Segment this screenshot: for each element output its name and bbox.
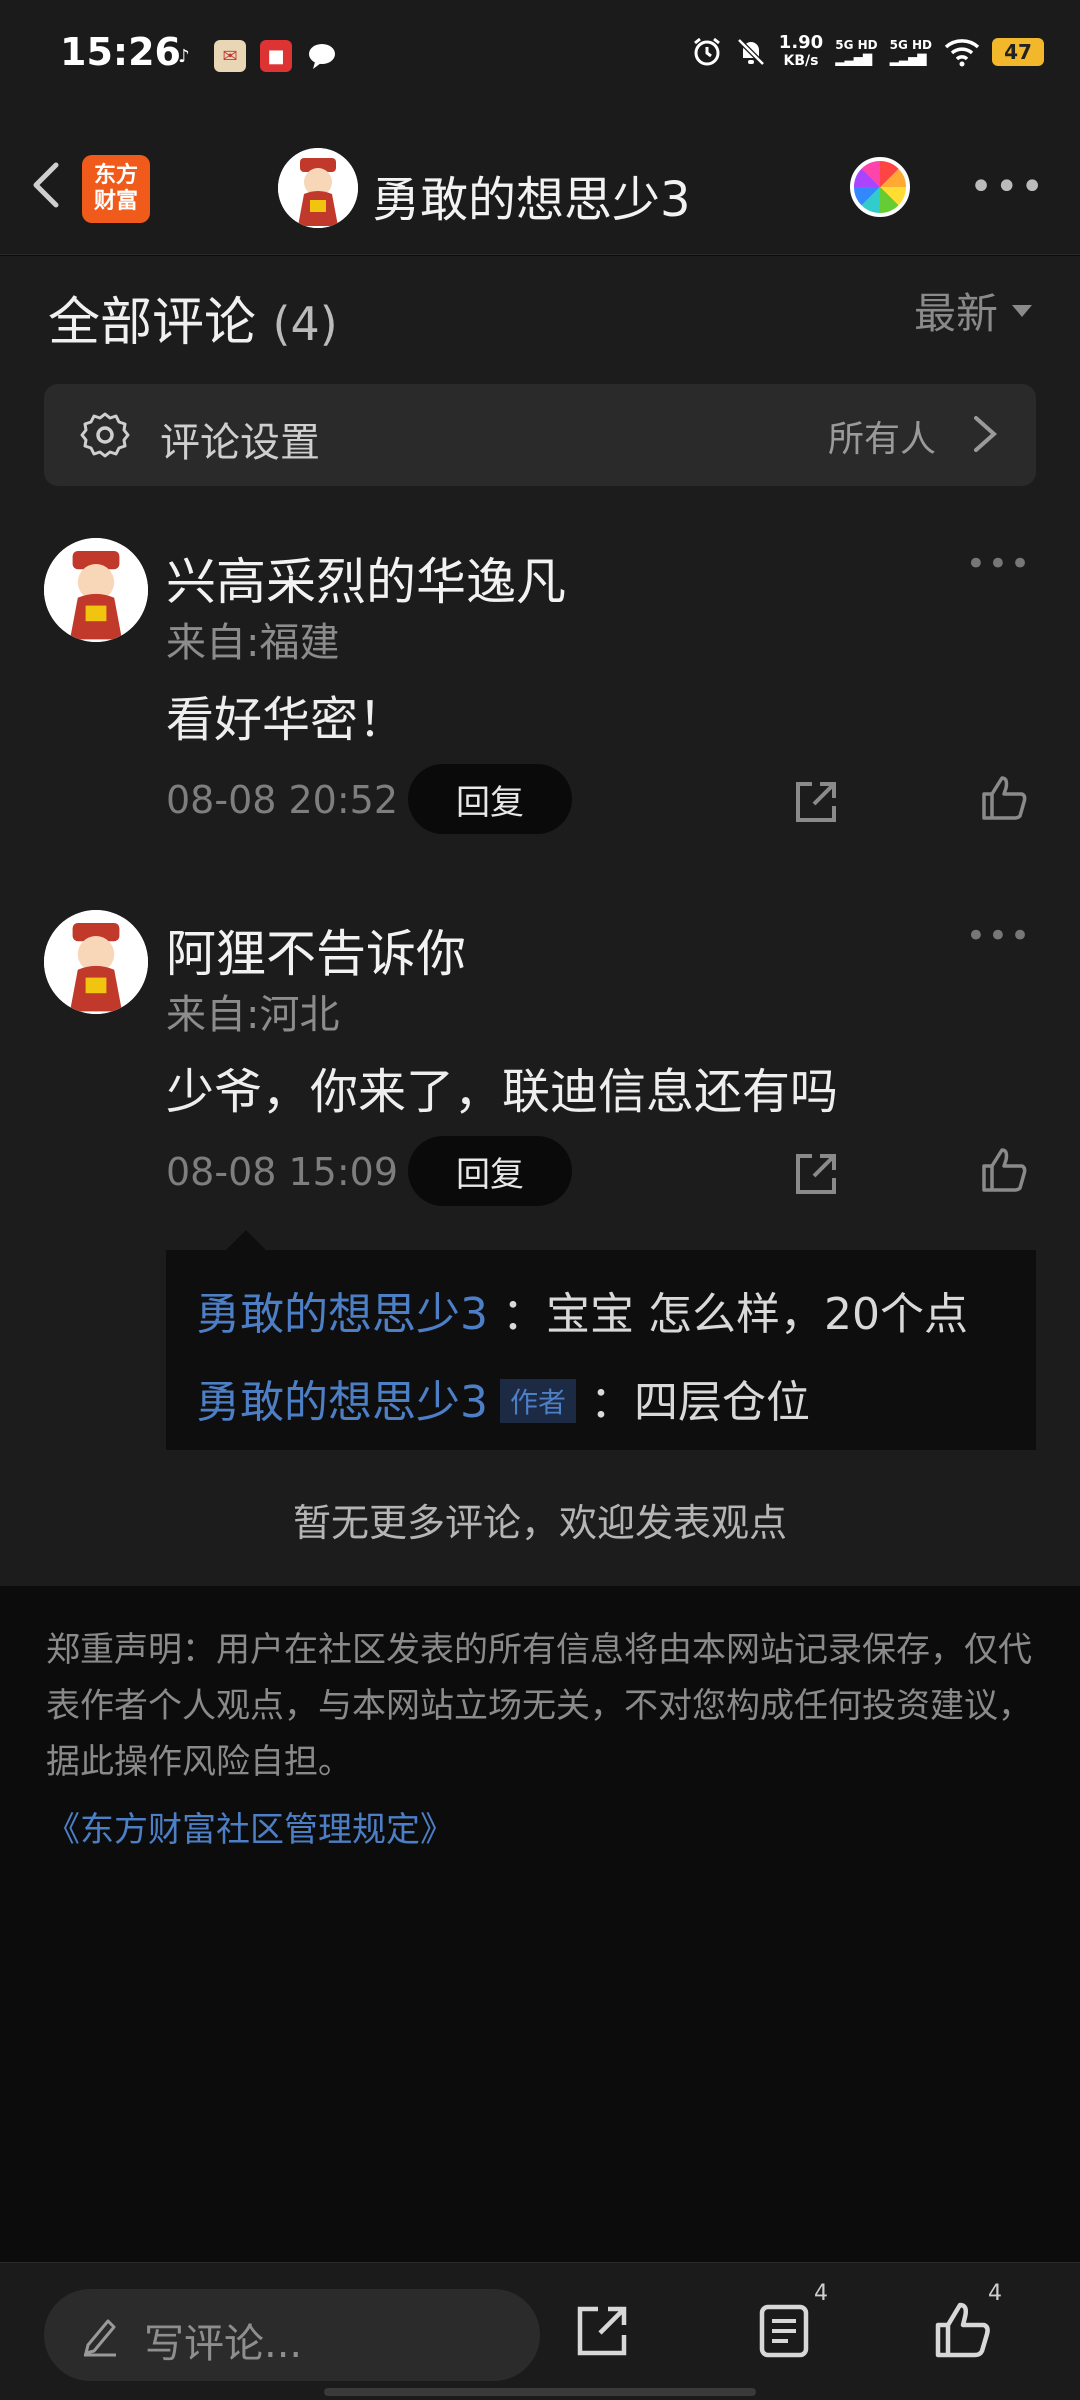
comments-section: 全部评论 (4) 最新 评论设置 所有人 兴高采烈的华逸凡 来自:福建 看好华密… bbox=[0, 256, 1080, 1586]
reply-item: 勇敢的想思少3 ：宝宝 怎么样，20个点 bbox=[196, 1278, 968, 1342]
thumbs-up-icon[interactable] bbox=[932, 2301, 992, 2361]
reply-button[interactable]: 回复 bbox=[408, 1136, 572, 1206]
share-icon[interactable] bbox=[790, 776, 842, 828]
comments-list-icon[interactable] bbox=[756, 2301, 816, 2361]
comment-location: 来自:河北 bbox=[166, 992, 340, 1038]
back-arrow-icon[interactable] bbox=[20, 155, 76, 215]
reply-text: ：宝宝 怎么样，20个点 bbox=[502, 1289, 968, 1340]
notification-icons: ♪ ✉ ■ bbox=[168, 40, 338, 72]
home-indicator[interactable] bbox=[324, 2388, 756, 2396]
top-nav-bar: 东方 财富 勇敢的想思少3 ••• bbox=[0, 115, 1080, 255]
reply-author[interactable]: 勇敢的想思少3 bbox=[196, 1289, 488, 1340]
comment-location: 来自:福建 bbox=[166, 620, 340, 666]
author-badge: 作者 bbox=[500, 1379, 577, 1423]
share-icon[interactable] bbox=[790, 1148, 842, 1200]
settings-value: 所有人 bbox=[827, 419, 936, 460]
status-time: 15:26 bbox=[60, 30, 181, 74]
wifi-icon bbox=[944, 39, 980, 67]
community-rules-link[interactable]: 《东方财富社区管理规定》 bbox=[46, 1802, 454, 1851]
red-app-icon: ■ bbox=[260, 40, 292, 72]
disclaimer-text: 郑重声明：用户在社区发表的所有信息将由本网站记录保存，仅代表作者个人观点，与本网… bbox=[46, 1630, 1032, 1782]
reply-author[interactable]: 勇敢的想思少3 bbox=[196, 1377, 488, 1428]
comment-username[interactable]: 阿狸不告诉你 bbox=[166, 914, 466, 986]
comment-time: 08-08 15:09 bbox=[166, 1150, 399, 1194]
comment-input[interactable]: 写评论... bbox=[44, 2289, 540, 2381]
dropdown-triangle-icon bbox=[1012, 304, 1032, 317]
battery-indicator: 47 bbox=[992, 38, 1044, 66]
gear-icon bbox=[80, 412, 130, 458]
comment-time: 08-08 20:52 bbox=[166, 778, 399, 822]
alarm-icon bbox=[693, 37, 720, 66]
comment-input-placeholder: 写评论... bbox=[144, 2321, 303, 2367]
header-title: 勇敢的想思少3 bbox=[372, 172, 691, 228]
net-speed: 1.90 KB/s bbox=[778, 32, 824, 70]
tiktok-icon: ♪ bbox=[178, 45, 190, 67]
status-bar: 15:26 ♪ ✉ ■ 1.90 KB/s 5G HD ▂▃▅▇ 5G HD ▂… bbox=[0, 0, 1080, 115]
author-avatar[interactable] bbox=[278, 148, 358, 228]
reply-button[interactable]: 回复 bbox=[408, 764, 572, 834]
pencil-icon bbox=[84, 2319, 116, 2357]
brand-logo[interactable]: 东方 财富 bbox=[82, 155, 150, 223]
thumbs-up-icon[interactable] bbox=[978, 1144, 1030, 1196]
avatar[interactable] bbox=[44, 538, 148, 642]
comment-settings-row[interactable]: 评论设置 所有人 bbox=[44, 384, 1036, 486]
share-icon[interactable] bbox=[572, 2301, 632, 2361]
comments-title: 全部评论 (4) bbox=[48, 293, 338, 353]
chevron-right-icon bbox=[974, 416, 998, 452]
reply-thread[interactable]: 勇敢的想思少3 ：宝宝 怎么样，20个点 勇敢的想思少3 作者 ：四层仓位 bbox=[166, 1230, 1036, 1450]
color-wheel-icon[interactable] bbox=[850, 157, 910, 217]
comment-username[interactable]: 兴高采烈的华逸凡 bbox=[166, 542, 566, 614]
comment-count-badge: 4 bbox=[814, 2281, 828, 2306]
comment-text: 看好华密！ bbox=[166, 692, 407, 748]
sort-dropdown[interactable]: 最新 bbox=[914, 280, 1032, 341]
signal-sim1: 5G HD ▂▃▅▇ bbox=[835, 38, 878, 66]
status-right-icons: 1.90 KB/s 5G HD ▂▃▅▇ 5G HD ▂▃▅▇ 47 bbox=[691, 34, 1044, 70]
like-count-badge: 4 bbox=[988, 2281, 1002, 2306]
bottom-action-bar: 写评论... 4 4 bbox=[0, 2262, 1080, 2400]
thumbs-up-icon[interactable] bbox=[978, 772, 1030, 824]
comment-text: 少爷，你来了，联迪信息还有吗 bbox=[166, 1064, 839, 1120]
avatar[interactable] bbox=[44, 910, 148, 1014]
mute-bell-icon bbox=[737, 38, 765, 66]
comment-more-icon[interactable]: ••• bbox=[966, 916, 1032, 956]
comment-more-icon[interactable]: ••• bbox=[966, 544, 1032, 584]
chat-bubble-icon bbox=[306, 40, 338, 72]
more-options-icon[interactable]: ••• bbox=[969, 167, 1046, 207]
app-notification-icon: ✉ bbox=[214, 40, 246, 72]
reply-item: 勇敢的想思少3 作者 ：四层仓位 bbox=[196, 1366, 810, 1430]
reply-text: ：四层仓位 bbox=[590, 1377, 811, 1428]
settings-label: 评论设置 bbox=[160, 420, 320, 466]
no-more-comments-text: 暂无更多评论，欢迎发表观点 bbox=[292, 1501, 787, 1545]
comments-count: (4) bbox=[272, 297, 338, 351]
signal-sim2: 5G HD ▂▃▅▇ bbox=[889, 38, 932, 66]
